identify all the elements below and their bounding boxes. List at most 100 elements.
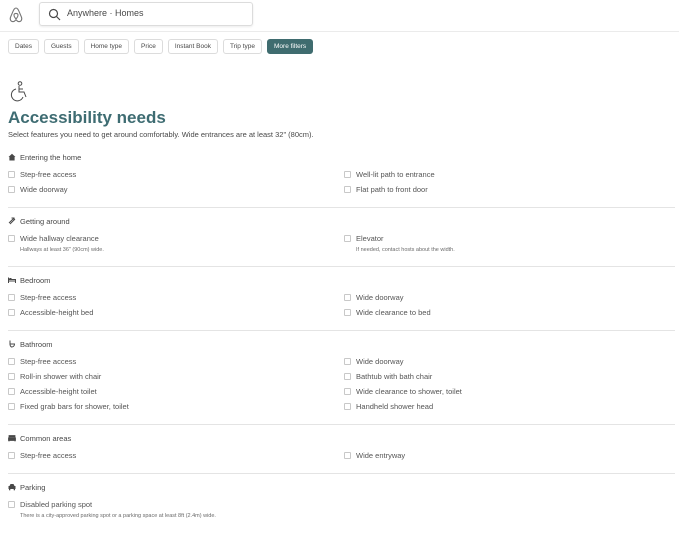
checkbox[interactable] — [8, 500, 15, 508]
option-label: Wide hallway clearance — [20, 233, 99, 243]
home-icon — [8, 153, 16, 161]
checkbox[interactable] — [8, 308, 15, 316]
bed-icon — [8, 277, 16, 283]
option-wide-doorway[interactable]: Wide doorway — [344, 292, 404, 302]
option-label: Step-free access — [20, 356, 77, 366]
option-bathtub-with-chair[interactable]: Bathtub with bath chair — [344, 371, 432, 381]
car-icon — [8, 484, 16, 491]
filter-dates[interactable]: Dates — [8, 39, 39, 54]
checkbox[interactable] — [344, 402, 351, 410]
search-text: Anywhere · Homes — [67, 8, 144, 18]
option-label: Wide clearance to shower, toilet — [356, 386, 462, 396]
top-bar: Anywhere · Homes — [0, 0, 679, 32]
checkbox[interactable] — [344, 387, 351, 395]
option-label: Step-free access — [20, 169, 77, 179]
option-label: Flat path to front door — [356, 184, 428, 194]
option-label: Step-free access — [20, 292, 77, 302]
checkbox[interactable] — [8, 170, 15, 178]
option-label: Accessible-height bed — [20, 307, 94, 317]
checkbox[interactable] — [344, 185, 351, 193]
divider — [8, 207, 675, 208]
option-label: Wide clearance to bed — [356, 307, 431, 317]
checkbox[interactable] — [344, 372, 351, 380]
checkbox[interactable] — [8, 357, 15, 365]
section-header: Bedroom — [8, 275, 50, 285]
option-label: Accessible-height toilet — [20, 386, 97, 396]
airbnb-logo-icon[interactable] — [9, 7, 23, 23]
option-accessible-height-toilet[interactable]: Accessible-height toilet — [8, 386, 97, 396]
filter-bar: Dates Guests Home type Price Instant Boo… — [8, 39, 314, 55]
option-wide-entryway[interactable]: Wide entryway — [344, 450, 405, 460]
option-step-free-access[interactable]: Step-free access — [8, 450, 76, 460]
section-title: Entering the home — [20, 152, 82, 162]
option-label: Roll-in shower with chair — [20, 371, 102, 381]
checkbox[interactable] — [8, 234, 15, 242]
option-label: Wide doorway — [356, 292, 404, 302]
checkbox[interactable] — [8, 451, 15, 459]
section-header: Entering the home — [8, 152, 81, 162]
option-step-free-access[interactable]: Step-free access — [8, 292, 76, 302]
option-wide-hallway-clearance[interactable]: Wide hallway clearance — [8, 233, 99, 243]
option-label: Well-lit path to entrance — [356, 169, 435, 179]
filter-instant-book[interactable]: Instant Book — [167, 39, 218, 54]
filter-trip-type[interactable]: Trip type — [222, 39, 263, 54]
checkbox[interactable] — [344, 293, 351, 301]
option-wide-clearance-shower-toilet[interactable]: Wide clearance to shower, toilet — [344, 386, 462, 396]
option-wide-doorway[interactable]: Wide doorway — [8, 184, 68, 194]
checkbox[interactable] — [344, 234, 351, 242]
option-handheld-shower-head[interactable]: Handheld shower head — [344, 401, 433, 411]
option-label: Step-free access — [20, 450, 77, 460]
option-note: If needed, contact hosts about the width… — [356, 247, 455, 253]
option-label: Disabled parking spot — [20, 499, 93, 509]
option-flat-path[interactable]: Flat path to front door — [344, 184, 428, 194]
checkbox[interactable] — [344, 170, 351, 178]
option-label: Wide doorway — [20, 184, 68, 194]
sofa-icon — [8, 435, 16, 442]
page-title: Accessibility needs — [8, 108, 166, 127]
option-disabled-parking-spot[interactable]: Disabled parking spot — [8, 499, 92, 509]
checkbox[interactable] — [344, 451, 351, 459]
section-header: Getting around — [8, 216, 70, 226]
arrows-icon — [8, 217, 16, 225]
option-step-free-access[interactable]: Step-free access — [8, 356, 76, 366]
section-title: Bathroom — [20, 339, 53, 349]
option-well-lit-path[interactable]: Well-lit path to entrance — [344, 169, 435, 179]
section-title: Common areas — [20, 433, 72, 443]
page-subtitle: Select features you need to get around c… — [8, 130, 314, 139]
option-note: Hallways at least 36" (90cm) wide. — [20, 247, 104, 253]
option-fixed-grab-bars[interactable]: Fixed grab bars for shower, toilet — [8, 401, 129, 411]
option-label: Bathtub with bath chair — [356, 371, 433, 381]
option-wide-doorway[interactable]: Wide doorway — [344, 356, 404, 366]
search-icon — [48, 8, 61, 21]
checkbox[interactable] — [8, 372, 15, 380]
checkbox[interactable] — [344, 308, 351, 316]
divider — [8, 266, 675, 267]
search-input[interactable]: Anywhere · Homes — [39, 2, 253, 26]
toilet-icon — [9, 340, 16, 348]
checkbox[interactable] — [344, 357, 351, 365]
option-label: Fixed grab bars for shower, toilet — [20, 401, 129, 411]
checkbox[interactable] — [8, 387, 15, 395]
option-label: Wide doorway — [356, 356, 404, 366]
divider — [8, 473, 675, 474]
option-roll-in-shower[interactable]: Roll-in shower with chair — [8, 371, 101, 381]
filter-guests[interactable]: Guests — [43, 39, 79, 54]
divider — [8, 330, 675, 331]
option-step-free-access[interactable]: Step-free access — [8, 169, 76, 179]
checkbox[interactable] — [8, 185, 15, 193]
option-label: Handheld shower head — [356, 401, 434, 411]
option-accessible-height-bed[interactable]: Accessible-height bed — [8, 307, 93, 317]
divider — [8, 424, 675, 425]
wheelchair-icon — [10, 81, 27, 102]
filter-more-filters[interactable]: More filters — [267, 39, 314, 54]
section-header: Parking — [8, 482, 45, 492]
filter-price[interactable]: Price — [134, 39, 163, 54]
option-wide-clearance-to-bed[interactable]: Wide clearance to bed — [344, 307, 431, 317]
filter-home-type[interactable]: Home type — [83, 39, 130, 54]
checkbox[interactable] — [8, 293, 15, 301]
checkbox[interactable] — [8, 402, 15, 410]
option-label: Wide entryway — [356, 450, 406, 460]
section-title: Bedroom — [20, 275, 51, 285]
option-label: Elevator — [356, 233, 384, 243]
option-elevator[interactable]: Elevator — [344, 233, 384, 243]
